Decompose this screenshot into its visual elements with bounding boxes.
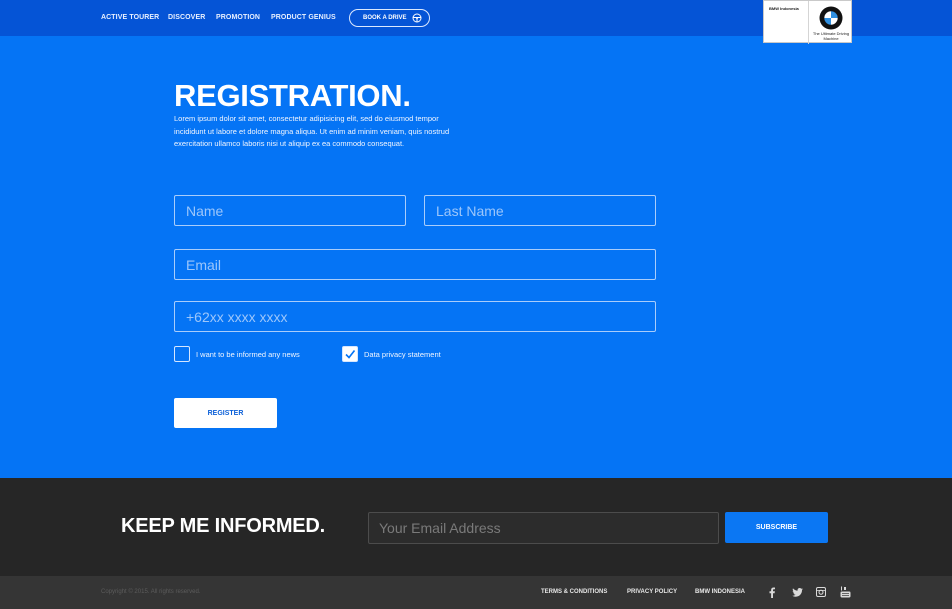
last-name-input[interactable]	[424, 195, 656, 226]
brand-divider	[808, 1, 809, 44]
brand-tagline: The Ultimate Driving Machine	[812, 31, 850, 41]
news-checkbox[interactable]	[174, 346, 190, 362]
footer-link-bmw-indonesia[interactable]: BMW INDONESIA	[695, 589, 745, 595]
newsletter-email-input[interactable]	[368, 512, 719, 544]
bmw-roundel-logo	[819, 6, 843, 30]
nav-item-discover[interactable]: DISCOVER	[168, 14, 205, 21]
footer-link-privacy[interactable]: PRIVACY POLICY	[627, 589, 677, 595]
email-input[interactable]	[174, 249, 656, 280]
newsletter-section: KEEP ME INFORMED. SUBSCRIBE	[0, 478, 952, 576]
news-opt-in[interactable]: I want to be informed any news	[174, 346, 300, 362]
facebook-icon[interactable]	[766, 586, 778, 598]
copyright-text: Copyright © 2015. All rights reserved.	[101, 589, 201, 595]
nav-item-product-genius[interactable]: PRODUCT GENIUS	[271, 14, 336, 21]
first-name-input[interactable]	[174, 195, 406, 226]
privacy-checkbox-label: Data privacy statement	[364, 349, 441, 359]
privacy-checkbox[interactable]	[342, 346, 358, 362]
nav-item-promotion[interactable]: PROMOTION	[216, 14, 260, 21]
youtube-icon[interactable]	[839, 586, 851, 598]
book-a-drive-label: BOOK A DRIVE	[363, 15, 407, 21]
nav-item-active-tourer[interactable]: ACTIVE TOURER	[101, 14, 159, 21]
privacy-opt-in[interactable]: Data privacy statement	[342, 346, 441, 362]
checkmark-icon	[345, 350, 356, 359]
subscribe-button[interactable]: SUBSCRIBE	[725, 512, 828, 543]
brand-name: BMW Indonesia	[769, 6, 799, 11]
registration-intro: Lorem ipsum dolor sit amet, consectetur …	[174, 114, 450, 148]
newsletter-title: KEEP ME INFORMED.	[121, 515, 326, 537]
footer-link-terms[interactable]: TERMS & CONDITIONS	[541, 589, 607, 595]
phone-input[interactable]	[174, 301, 656, 332]
news-checkbox-label: I want to be informed any news	[196, 349, 300, 359]
steering-wheel-icon	[412, 13, 422, 23]
instagram-icon[interactable]	[815, 586, 827, 598]
twitter-icon[interactable]	[791, 586, 803, 598]
footer: Copyright © 2015. All rights reserved. T…	[0, 576, 952, 609]
book-a-drive-button[interactable]: BOOK A DRIVE	[349, 9, 430, 27]
brand-logo-box[interactable]: BMW Indonesia The Ultimate Driving Machi…	[763, 0, 852, 44]
register-button[interactable]: REGISTER	[174, 398, 277, 428]
registration-title: REGISTRATION.	[174, 78, 411, 113]
